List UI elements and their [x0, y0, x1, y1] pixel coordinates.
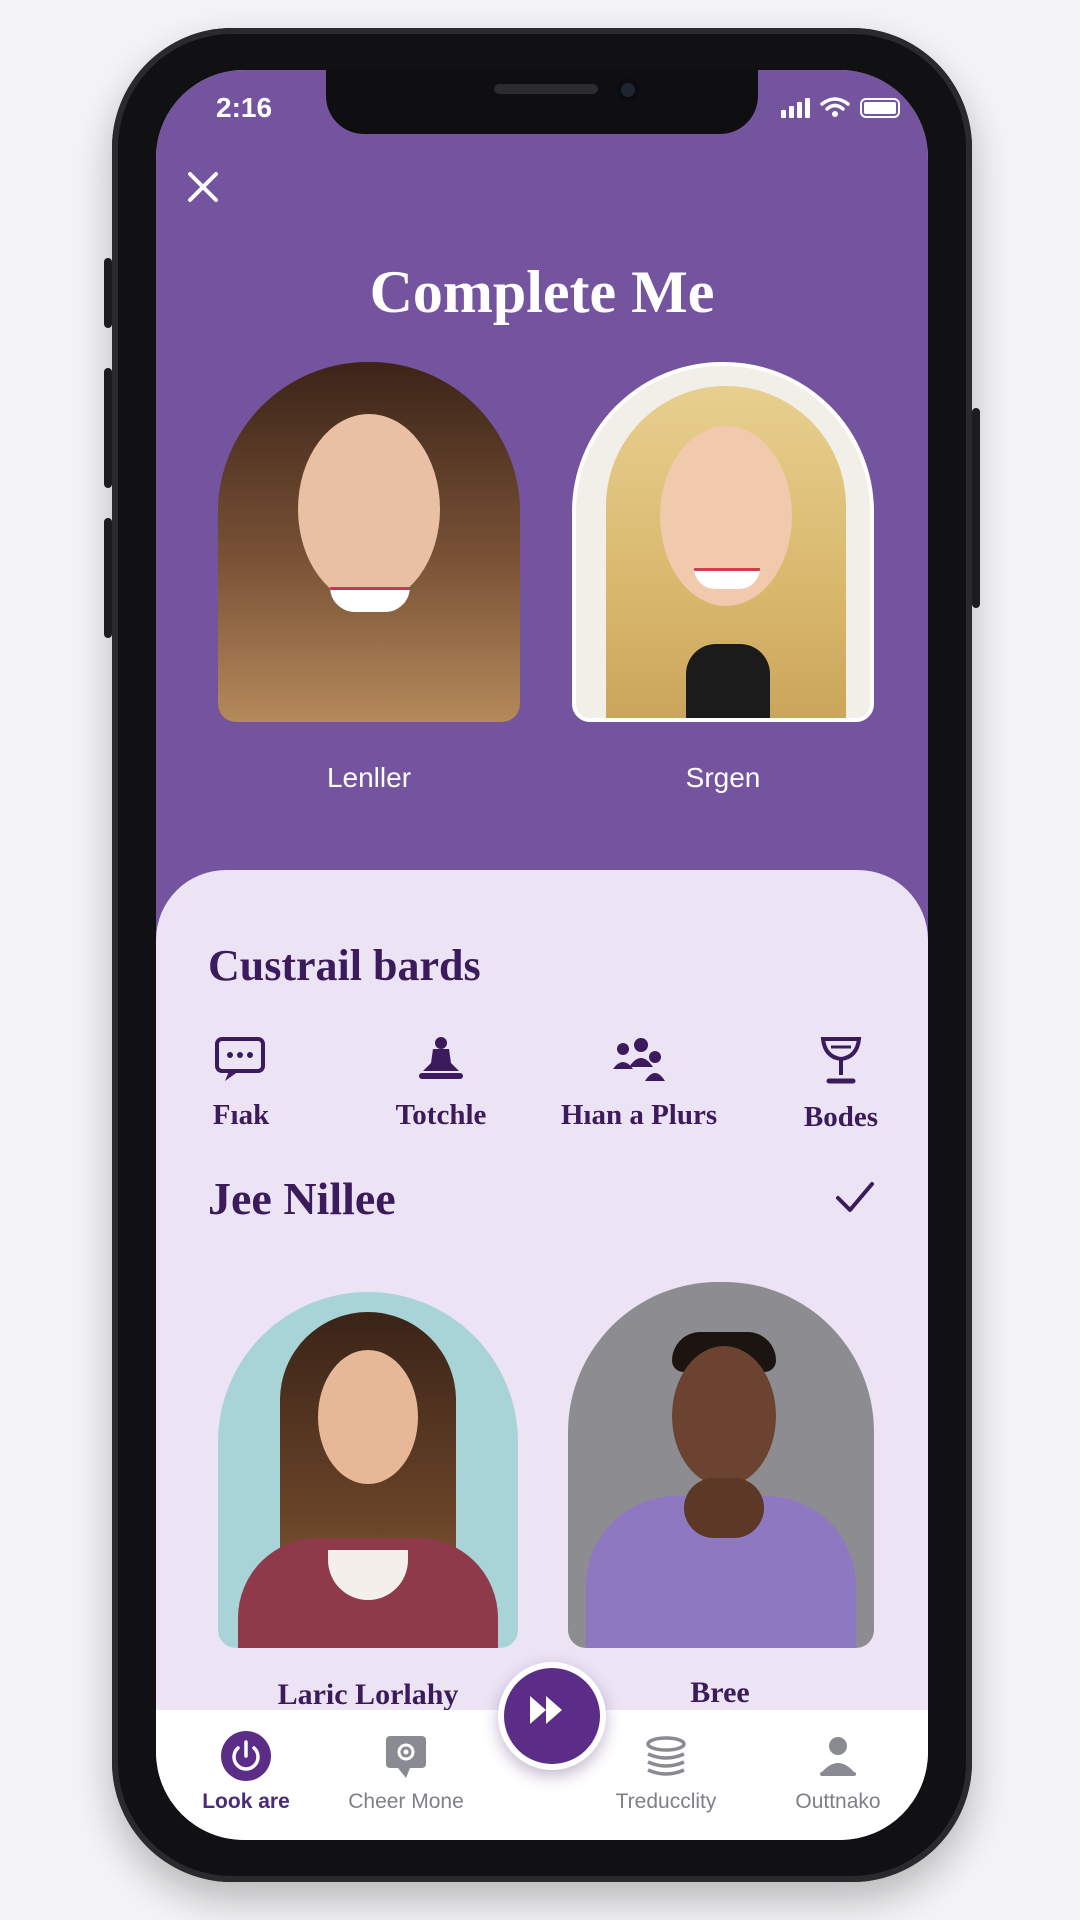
fast-forward-button[interactable]	[498, 1662, 606, 1770]
section-title-1: Custrail bards	[208, 941, 481, 990]
front-camera	[616, 78, 640, 102]
glass-icon	[820, 1037, 862, 1084]
person-name-1: Laric Lorlahy	[277, 1678, 459, 1711]
nav-label: Cheer Mone	[348, 1790, 464, 1813]
category-fiak[interactable]: Fıak	[156, 1035, 326, 1132]
figure-icon	[419, 1037, 463, 1079]
person-photo-1[interactable]	[218, 1292, 518, 1648]
check-icon[interactable]	[832, 1178, 878, 1218]
group-icon	[613, 1038, 665, 1081]
screen: 2:16 Complete Me Lenller Srgen Custrail …	[156, 70, 928, 1840]
profile-photo-2[interactable]	[572, 362, 874, 722]
nav-item-treducclity[interactable]: Treducclity	[576, 1730, 756, 1814]
category-label: Bodes	[803, 1101, 879, 1133]
signal-icon	[781, 98, 810, 118]
category-label: Fıak	[212, 1099, 270, 1131]
notch	[326, 70, 758, 134]
section-title-2: Jee Nillee	[208, 1173, 396, 1224]
page-title: Complete Me	[369, 259, 715, 325]
category-bodes[interactable]: Bodes	[756, 1035, 926, 1134]
profile-name-1: Lenller	[326, 762, 412, 793]
power-button	[972, 408, 980, 608]
stack-icon	[646, 1736, 686, 1776]
category-label: Hıan a Plurs	[560, 1099, 718, 1131]
person-photo-2[interactable]	[568, 1282, 874, 1648]
power-icon	[221, 1731, 271, 1781]
phone-frame: 2:16 Complete Me Lenller Srgen Custrail …	[104, 28, 980, 1882]
nav-label: Look are	[202, 1790, 290, 1813]
category-hian-a-plurs[interactable]: Hıan a Plurs	[554, 1035, 724, 1132]
status-time: 2:16	[216, 92, 273, 123]
person-name-2: Bree	[690, 1676, 750, 1709]
nav-item-look-are[interactable]: Look are	[156, 1730, 336, 1814]
category-label: Totchle	[395, 1099, 487, 1131]
wifi-icon	[820, 97, 850, 117]
category-totchle[interactable]: Totchle	[356, 1035, 526, 1132]
fast-forward-icon	[530, 1696, 562, 1724]
battery-icon	[860, 98, 900, 118]
settings-chat-icon	[386, 1736, 426, 1778]
chat-icon	[215, 1037, 265, 1081]
nav-label: Treducclity	[615, 1790, 717, 1813]
volume-up-button	[104, 368, 112, 488]
profile-name-2: Srgen	[685, 762, 761, 793]
nav-item-cheer-mone[interactable]: Cheer Mone	[316, 1730, 496, 1814]
user-icon	[820, 1737, 856, 1776]
nav-item-outtnako[interactable]: Outtnako	[748, 1730, 928, 1814]
mute-switch	[104, 258, 112, 328]
profile-photo-1[interactable]	[218, 362, 520, 722]
nav-label: Outtnako	[795, 1790, 881, 1813]
volume-down-button	[104, 518, 112, 638]
close-icon[interactable]	[178, 162, 228, 212]
status-icons	[781, 96, 900, 118]
speaker	[494, 84, 598, 94]
